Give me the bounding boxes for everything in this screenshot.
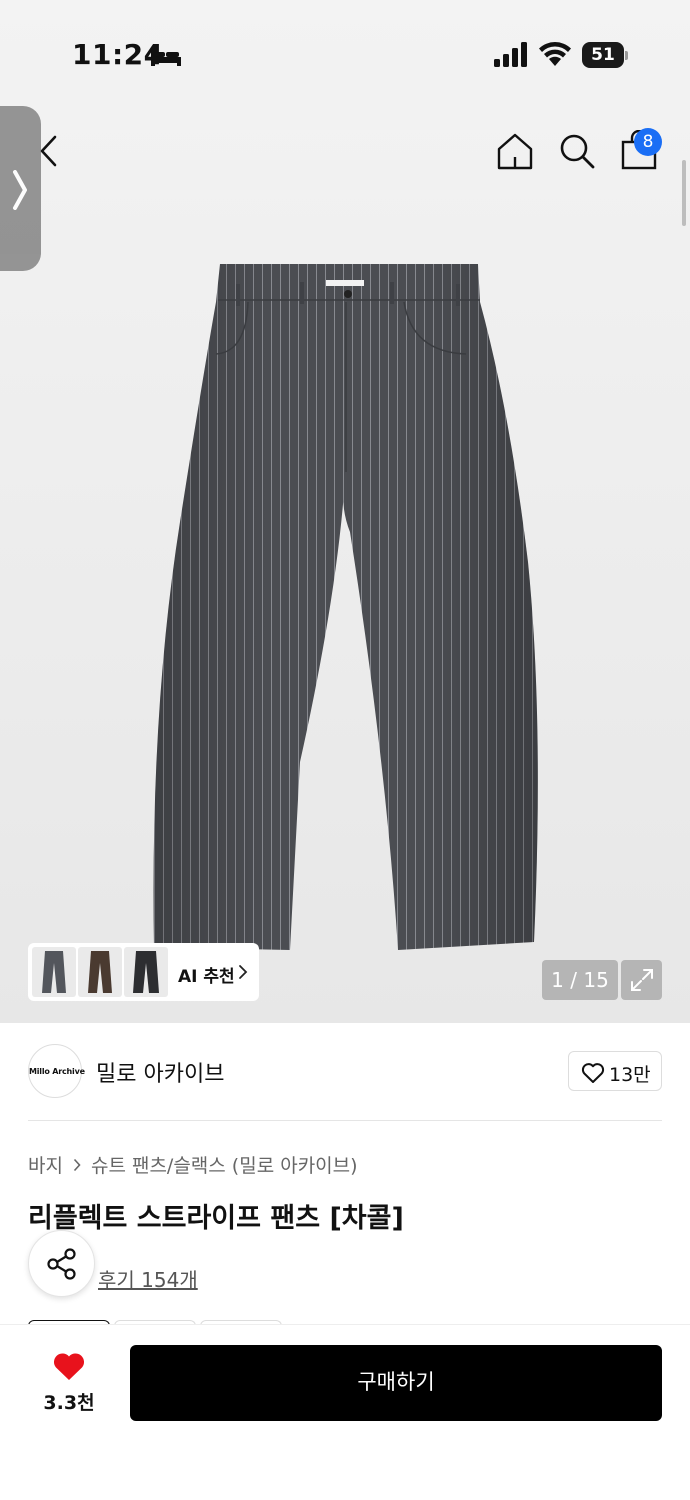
expand-image-button[interactable]: [621, 960, 662, 1000]
seller-logo[interactable]: Millo Archive: [28, 1044, 85, 1098]
seller-like-button[interactable]: 13만: [568, 1051, 662, 1091]
heart-filled-icon[interactable]: [52, 1350, 86, 1382]
ai-recommend-strip[interactable]: AI 추천: [28, 943, 259, 1001]
wish-count: 3.3천: [43, 1392, 95, 1414]
cellular-signal-icon: [494, 42, 527, 67]
buy-button[interactable]: 구매하기: [130, 1345, 662, 1421]
product-title: 리플렉트 스트라이프 팬츠 [차콜]: [28, 1203, 404, 1234]
heart-outline-icon: [581, 1063, 605, 1083]
ai-thumbnail[interactable]: [124, 947, 168, 997]
side-drawer-handle[interactable]: [0, 106, 41, 271]
battery-icon: 51: [582, 42, 628, 68]
cart-count-badge: 8: [634, 128, 662, 156]
share-icon: [47, 1248, 76, 1280]
chevron-right-icon: [73, 1158, 81, 1171]
home-icon[interactable]: [496, 132, 534, 170]
breadcrumb-subcategory[interactable]: 슈트 팬츠/슬랙스 (밀로 아카이브): [91, 1151, 358, 1178]
bed-icon: [151, 48, 181, 66]
chevron-right-icon: [13, 170, 27, 210]
product-image-gallery[interactable]: 11:24 51 8 AI 추천 1 / 15: [0, 0, 690, 1023]
seller-name[interactable]: 밀로 아카이브: [96, 1056, 224, 1088]
chevron-left-icon[interactable]: [36, 134, 62, 168]
chevron-right-icon: [239, 965, 248, 979]
divider: [28, 1120, 662, 1121]
wifi-icon: [539, 42, 571, 66]
seller-like-count: 13만: [609, 1064, 651, 1086]
product-image-pants: [153, 264, 538, 950]
battery-level: 51: [582, 42, 624, 68]
ai-thumbnail[interactable]: [32, 947, 76, 997]
ai-thumbnail[interactable]: [78, 947, 122, 997]
search-icon[interactable]: [558, 132, 596, 170]
review-link[interactable]: 후기 154개: [98, 1264, 198, 1293]
share-button[interactable]: [28, 1230, 95, 1297]
image-page-counter: 1 / 15: [542, 960, 618, 1000]
ai-recommend-label: AI 추천: [178, 967, 235, 987]
scroll-indicator: [682, 160, 686, 226]
breadcrumb: 바지 슈트 팬츠/슬랙스 (밀로 아카이브): [28, 1151, 358, 1178]
breadcrumb-category[interactable]: 바지: [28, 1151, 63, 1178]
expand-icon: [631, 969, 653, 991]
